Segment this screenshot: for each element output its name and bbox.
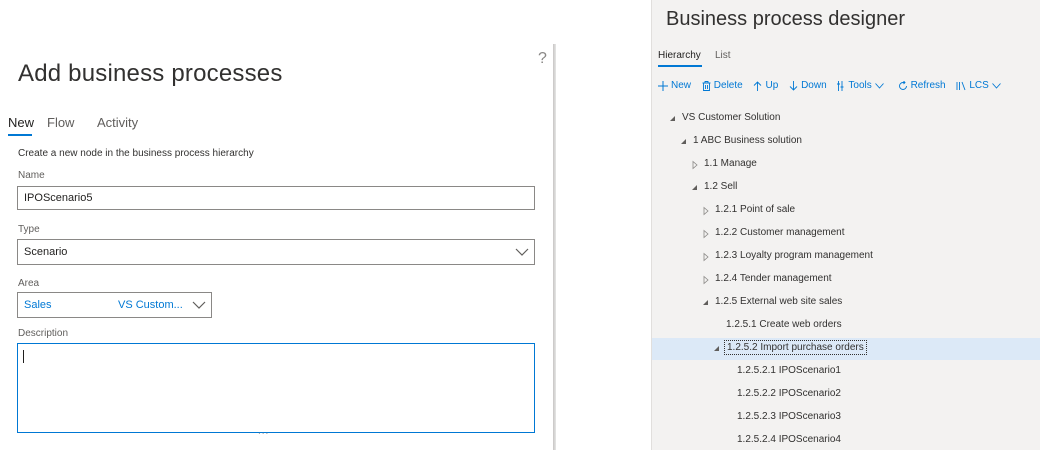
- area-dropdown[interactable]: Sales VS Custom...: [17, 292, 212, 318]
- tree-node-label: 1.2.5.2.3 IPOScenario3: [737, 411, 841, 422]
- tools-button[interactable]: Tools: [837, 80, 886, 91]
- chevron-down-icon: [515, 248, 529, 256]
- refresh-icon: [898, 80, 907, 90]
- tree-node-label: 1.2.5.2.4 IPOScenario4: [737, 434, 841, 445]
- description-label: Description: [18, 328, 69, 339]
- tree-row[interactable]: 1.2.3 Loyalty program management: [652, 246, 1040, 268]
- down-button-label: Down: [801, 80, 827, 91]
- new-button-label: New: [671, 80, 692, 91]
- name-label: Name: [18, 170, 45, 181]
- up-button-label: Up: [765, 80, 779, 91]
- tree-row[interactable]: 1.2.5.2.1 IPOScenario1: [652, 361, 1040, 383]
- delete-button-label: Delete: [713, 80, 743, 91]
- tree-row[interactable]: 1.2 Sell: [652, 177, 1040, 199]
- active-tab-indicator: [658, 65, 702, 67]
- delete-button[interactable]: Delete: [702, 80, 743, 91]
- collapsed-triangle-icon[interactable]: [690, 160, 700, 170]
- tree-row[interactable]: 1.2.5.2.4 IPOScenario4: [652, 430, 1040, 450]
- refresh-button-label: Refresh: [910, 80, 946, 91]
- tree-node-label: 1.2.5.2.1 IPOScenario1: [737, 365, 841, 376]
- chevron-down-icon: [991, 82, 1001, 89]
- tree-row[interactable]: 1.2.5.2.3 IPOScenario3: [652, 407, 1040, 429]
- tools-icon: [837, 80, 844, 91]
- tree-row[interactable]: 1.2.1 Point of sale: [652, 200, 1040, 222]
- lcs-icon: [956, 81, 966, 90]
- tree-node-label: 1.1 Manage: [704, 158, 757, 169]
- lcs-button[interactable]: LCS: [956, 80, 1003, 91]
- type-label: Type: [18, 224, 40, 235]
- type-dropdown[interactable]: Scenario: [17, 239, 535, 265]
- down-button[interactable]: Down: [789, 80, 827, 91]
- tools-button-label: Tools: [848, 80, 872, 91]
- designer-title: Business process designer: [666, 8, 906, 30]
- trash-icon: [702, 80, 711, 91]
- tab-activity[interactable]: Activity: [97, 115, 138, 130]
- tree-row[interactable]: 1.2.5.2 Import purchase orders: [652, 338, 1040, 360]
- collapsed-triangle-icon[interactable]: [701, 252, 711, 262]
- help-icon[interactable]: ?: [538, 50, 547, 68]
- chevron-down-icon: [192, 301, 206, 309]
- collapsed-triangle-icon[interactable]: [701, 275, 711, 285]
- tab-flow[interactable]: Flow: [47, 115, 74, 130]
- tab-list[interactable]: List: [715, 50, 731, 61]
- dialog-edge-shadow: [553, 44, 556, 450]
- collapsed-triangle-icon[interactable]: [701, 206, 711, 216]
- tree-node-label: 1 ABC Business solution: [693, 135, 802, 146]
- up-button[interactable]: Up: [753, 80, 778, 91]
- tree-node-label: 1.2 Sell: [704, 181, 738, 192]
- refresh-button[interactable]: Refresh: [898, 80, 946, 91]
- active-tab-indicator: [8, 134, 32, 136]
- tree-row[interactable]: VS Customer Solution: [652, 108, 1040, 130]
- chevron-down-icon: [874, 82, 884, 89]
- tree-row[interactable]: 1.2.5.1 Create web orders: [652, 315, 1040, 337]
- area-label: Area: [18, 278, 40, 289]
- tree-node-label: 1.2.4 Tender management: [715, 273, 832, 284]
- tree-row[interactable]: 1.2.4 Tender management: [652, 269, 1040, 291]
- area-value: Sales: [24, 299, 52, 311]
- tree-node-label: 1.2.1 Point of sale: [715, 204, 796, 215]
- tab-new[interactable]: New: [8, 115, 34, 130]
- business-process-designer: Business process designer Hierarchy List…: [651, 0, 1040, 450]
- type-value: Scenario: [24, 246, 68, 258]
- expanded-triangle-icon[interactable]: [712, 344, 722, 354]
- tree-row[interactable]: 1.2.5.2.2 IPOScenario2: [652, 384, 1040, 406]
- tree-row[interactable]: 1.2.2 Customer management: [652, 223, 1040, 245]
- description-field[interactable]: [17, 343, 535, 433]
- tree-row[interactable]: 1 ABC Business solution: [652, 131, 1040, 153]
- tree-row[interactable]: 1.2.5 External web site sales: [652, 292, 1040, 314]
- add-business-processes-dialog: ? Add business processes New Flow Activi…: [0, 0, 556, 450]
- expanded-triangle-icon[interactable]: [701, 298, 711, 308]
- tree-node-label: VS Customer Solution: [682, 112, 781, 123]
- dialog-title: Add business processes: [18, 60, 283, 87]
- name-field[interactable]: [17, 186, 535, 210]
- tree-node-label: 1.2.2 Customer management: [715, 227, 845, 238]
- area-solution-value: VS Custom...: [118, 299, 183, 311]
- arrow-up-icon: [754, 80, 762, 91]
- tree-node-label: 1.2.3 Loyalty program management: [715, 250, 873, 261]
- expanded-triangle-icon[interactable]: [679, 137, 689, 147]
- instruction-text: Create a new node in the business proces…: [18, 148, 254, 159]
- tab-hierarchy[interactable]: Hierarchy: [658, 50, 701, 61]
- expanded-triangle-icon[interactable]: [668, 114, 678, 124]
- tree-node-label: 1.2.5.2 Import purchase orders: [724, 340, 867, 355]
- expanded-triangle-icon[interactable]: [690, 183, 700, 193]
- tree-node-label: 1.2.5 External web site sales: [715, 296, 843, 307]
- resize-handle[interactable]: ...: [258, 426, 269, 437]
- collapsed-triangle-icon[interactable]: [701, 229, 711, 239]
- arrow-down-icon: [789, 80, 798, 91]
- plus-icon: [658, 80, 668, 91]
- designer-toolbar: New Delete Up Down Tools Refresh LCS: [658, 80, 1012, 98]
- lcs-button-label: LCS: [969, 80, 989, 91]
- tree-row[interactable]: 1.1 Manage: [652, 154, 1040, 176]
- new-button[interactable]: New: [658, 80, 691, 91]
- tree-node-label: 1.2.5.2.2 IPOScenario2: [737, 388, 841, 399]
- tree-node-label: 1.2.5.1 Create web orders: [726, 319, 842, 330]
- text-caret: [23, 350, 24, 363]
